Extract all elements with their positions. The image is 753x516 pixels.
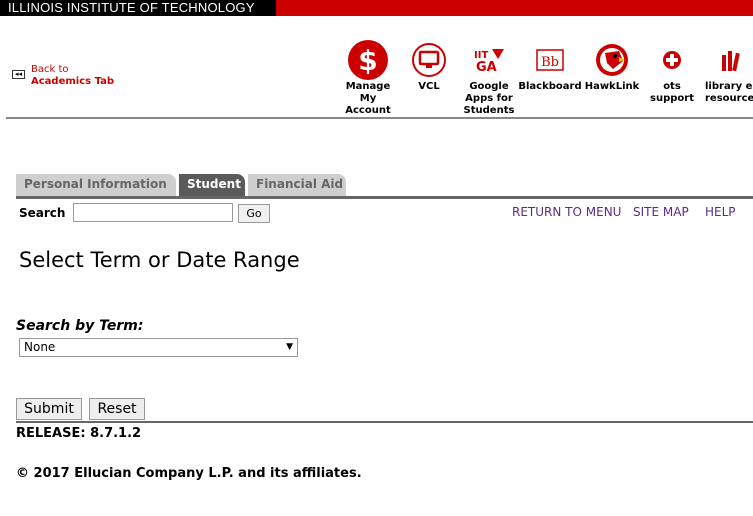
svg-text:GA: GA (476, 60, 497, 75)
back-link-line2: Academics Tab (31, 76, 115, 87)
tab-underline (16, 196, 753, 199)
header-divider (6, 117, 753, 119)
dollar-icon: $ (348, 40, 388, 80)
bb-icon: Bb (536, 49, 564, 71)
site-map-link[interactable]: SITE MAP (633, 205, 689, 219)
quick-link-library-resources[interactable]: library e resource (698, 38, 753, 105)
copyright-notice: © 2017 Ellucian Company L.P. and its aff… (16, 466, 362, 481)
iit-ga-icon: IIT GA (474, 49, 504, 75)
tab-financial-aid[interactable]: Financial Aid (248, 174, 346, 196)
page-title: Select Term or Date Range (19, 248, 300, 272)
quick-link-label: Blackboard (518, 81, 582, 92)
monitor-icon (412, 43, 446, 77)
quick-link-blackboard[interactable]: Bb Blackboard (515, 38, 585, 93)
quick-link-label: ots support (650, 81, 694, 104)
institution-name: ILLINOIS INSTITUTE OF TECHNOLOGY (0, 0, 276, 16)
help-link[interactable]: HELP (705, 205, 736, 219)
search-by-term-label: Search by Term: (16, 318, 144, 334)
release-version: RELEASE: 8.7.1.2 (16, 426, 142, 441)
term-select[interactable]: None ▼ (19, 338, 298, 357)
quick-link-manage-account[interactable]: $ Manage My Account (333, 38, 403, 117)
quick-link-google-apps[interactable]: IIT GA Google Apps for Students (454, 38, 524, 117)
dropdown-arrow-icon: ▼ (286, 342, 293, 352)
back-to-academics-link[interactable]: ◂◂ Back to Academics Tab (12, 64, 114, 88)
submit-button[interactable]: Submit (16, 398, 82, 420)
quick-link-label: Manage My Account (345, 81, 391, 116)
quick-link-label: Google Apps for Students (463, 81, 515, 116)
reset-button[interactable]: Reset (89, 398, 145, 420)
double-left-arrow-icon: ◂◂ (12, 70, 25, 79)
red-cross-icon (663, 51, 681, 69)
back-link-line1: Back to (31, 64, 69, 75)
quick-link-label: library e resource (705, 81, 753, 104)
search-input[interactable] (73, 203, 233, 222)
top-banner: ILLINOIS INSTITUTE OF TECHNOLOGY (0, 0, 753, 16)
hawk-icon (596, 44, 628, 76)
search-label: Search (19, 206, 66, 220)
svg-text:$: $ (358, 44, 377, 77)
term-select-value: None (24, 340, 56, 354)
tab-student[interactable]: Student (179, 174, 245, 196)
tab-personal-information[interactable]: Personal Information (16, 174, 176, 196)
return-to-menu-link[interactable]: RETURN TO MENU (512, 205, 621, 219)
books-icon (722, 51, 740, 72)
quick-link-ots-support[interactable]: ots support (637, 38, 707, 105)
footer-divider (16, 421, 753, 423)
go-button[interactable]: Go (238, 204, 270, 223)
svg-text:Bb: Bb (541, 55, 559, 70)
